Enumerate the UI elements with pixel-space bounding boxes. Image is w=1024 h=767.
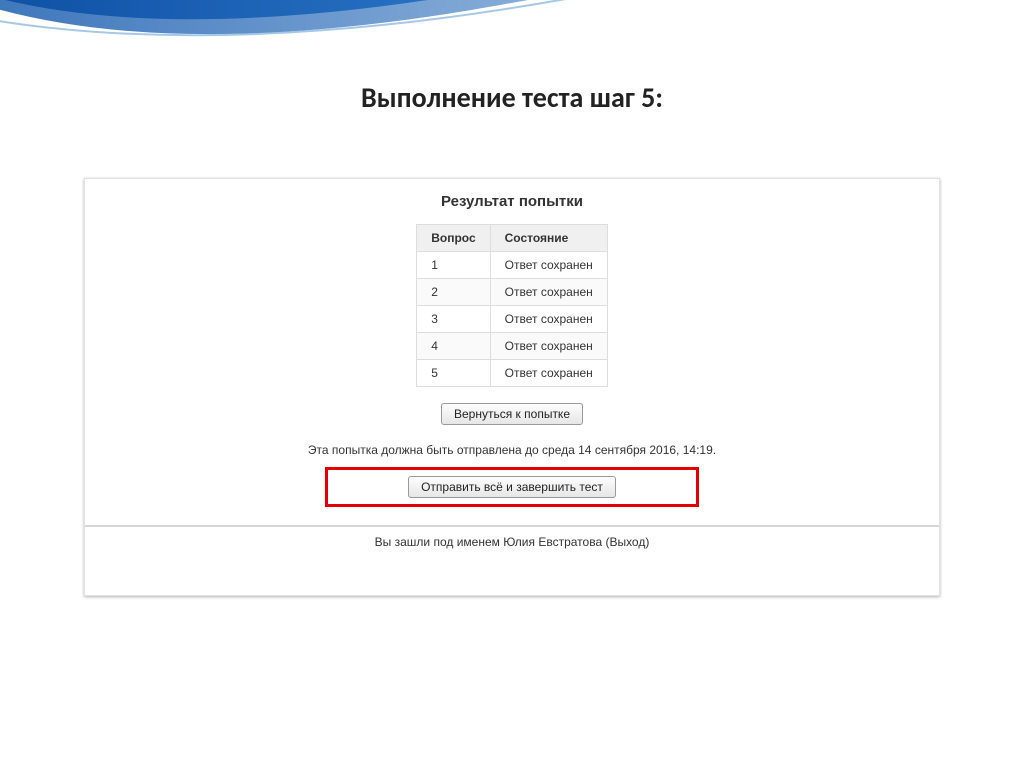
cell-question: 1 <box>417 252 490 279</box>
slide-decoration <box>0 0 1024 70</box>
results-table: Вопрос Состояние 1 Ответ сохранен 2 Отве… <box>416 224 608 387</box>
cell-status: Ответ сохранен <box>490 252 607 279</box>
cell-status: Ответ сохранен <box>490 360 607 387</box>
table-row: 2 Ответ сохранен <box>417 279 608 306</box>
cell-question: 3 <box>417 306 490 333</box>
cell-status: Ответ сохранен <box>490 306 607 333</box>
col-status: Состояние <box>490 225 607 252</box>
cell-question: 4 <box>417 333 490 360</box>
col-question: Вопрос <box>417 225 490 252</box>
cell-status: Ответ сохранен <box>490 279 607 306</box>
footer-divider <box>85 525 939 527</box>
table-row: 4 Ответ сохранен <box>417 333 608 360</box>
table-row: 3 Ответ сохранен <box>417 306 608 333</box>
cell-status: Ответ сохранен <box>490 333 607 360</box>
cell-question: 5 <box>417 360 490 387</box>
table-row: 5 Ответ сохранен <box>417 360 608 387</box>
return-to-attempt-button[interactable]: Вернуться к попытке <box>441 403 583 425</box>
submit-all-button[interactable]: Отправить всё и завершить тест <box>408 476 616 498</box>
slide-title: Выполнение теста шаг 5: <box>361 80 663 115</box>
attempt-heading: Результат попытки <box>441 193 583 210</box>
deadline-text: Эта попытка должна быть отправлена до ср… <box>308 443 716 457</box>
table-row: 1 Ответ сохранен <box>417 252 608 279</box>
footer-login-text: Вы зашли под именем Юлия Евстратова (Вых… <box>375 535 650 549</box>
content-panel: Результат попытки Вопрос Состояние 1 Отв… <box>84 178 940 596</box>
submit-highlight: Отправить всё и завершить тест <box>325 467 699 507</box>
cell-question: 2 <box>417 279 490 306</box>
